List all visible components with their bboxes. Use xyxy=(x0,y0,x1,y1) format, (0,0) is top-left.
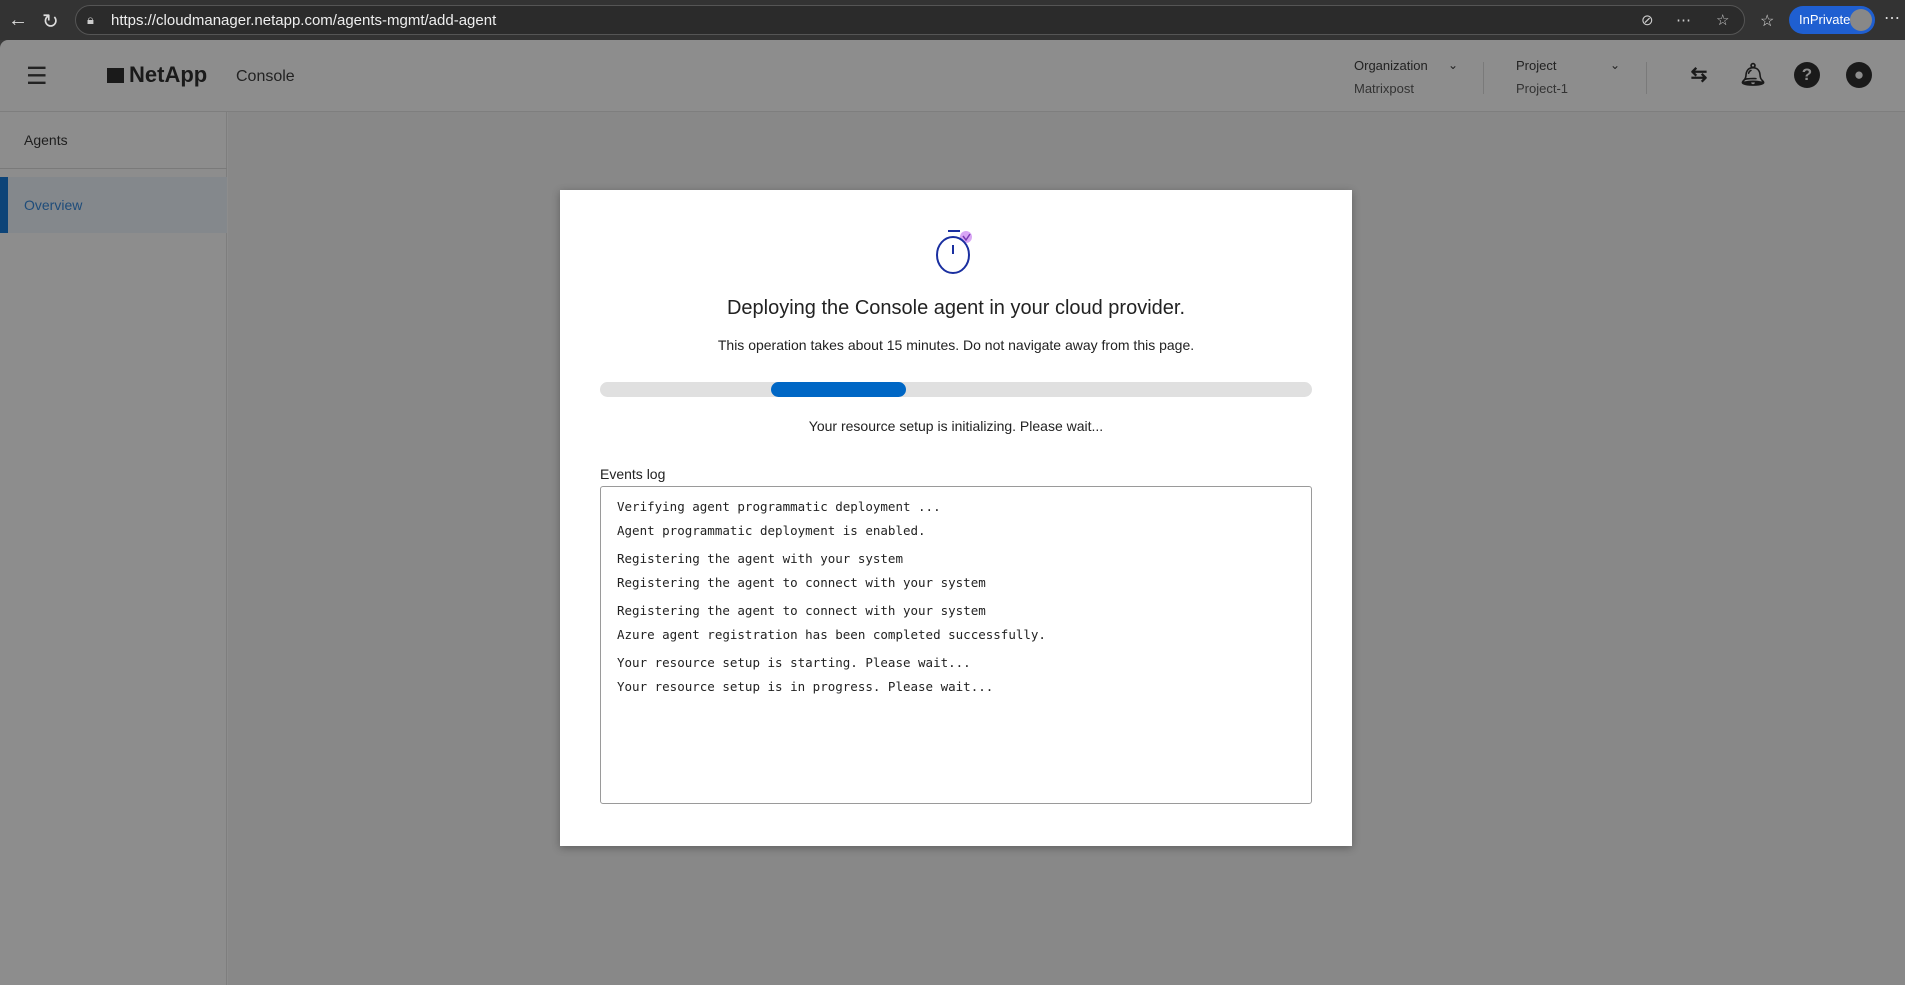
event-log-line: Registering the agent to connect with yo… xyxy=(617,575,986,590)
inprivate-badge[interactable]: InPrivate xyxy=(1789,6,1875,34)
url-text[interactable]: https://cloudmanager.netapp.com/agents-m… xyxy=(111,12,496,29)
divider xyxy=(0,168,227,169)
back-icon[interactable]: ← xyxy=(8,9,28,32)
active-indicator xyxy=(0,177,8,233)
netapp-logo-mark xyxy=(107,68,124,83)
event-log-line: Agent programmatic deployment is enabled… xyxy=(617,523,926,538)
user-account-icon[interactable]: ● xyxy=(1846,62,1872,88)
progress-bar-fill xyxy=(770,382,907,397)
favorites-icon[interactable]: ☆ xyxy=(1760,11,1774,31)
more-options-icon[interactable]: ⋯ xyxy=(1676,11,1691,29)
progress-bar xyxy=(600,382,1312,397)
divider xyxy=(1483,62,1484,94)
organization-value: Matrixpost xyxy=(1354,81,1414,96)
tracking-prevention-icon[interactable]: ⊘ xyxy=(1641,11,1654,29)
event-log-line: Your resource setup is in progress. Plea… xyxy=(617,679,994,694)
dialog-subtitle: This operation takes about 15 minutes. D… xyxy=(717,337,1195,353)
sidebar: Agents Overview xyxy=(0,112,227,985)
organization-selector[interactable]: Organization ⌄ Matrixpost xyxy=(1354,58,1464,96)
favorite-star-icon[interactable]: ☆ xyxy=(1716,11,1729,29)
lock-icon: 🔒︎ xyxy=(87,12,94,27)
stopwatch-icon xyxy=(936,230,972,274)
status-text: Your resource setup is initializing. Ple… xyxy=(808,418,1104,434)
notifications-bell-icon[interactable]: 🔔︎ xyxy=(1739,62,1767,88)
event-group: Registering the agent with your system Re… xyxy=(617,549,1295,597)
event-group: Your resource setup is starting. Please … xyxy=(617,653,1295,701)
profile-avatar xyxy=(1850,9,1872,31)
top-header: ☰ NetApp Console Organization ⌄ Matrixpo… xyxy=(0,40,1905,112)
project-label: Project xyxy=(1516,58,1557,73)
sidebar-item-overview[interactable]: Overview xyxy=(0,177,227,233)
netapp-logo[interactable]: NetApp xyxy=(107,62,207,88)
hamburger-menu-icon[interactable]: ☰ xyxy=(26,62,48,91)
sidebar-title: Agents xyxy=(24,132,68,148)
project-value: Project-1 xyxy=(1516,81,1569,96)
event-log-line: Registering the agent to connect with yo… xyxy=(617,603,986,618)
inprivate-label: InPrivate xyxy=(1799,12,1851,27)
project-selector[interactable]: Project ⌄ Project-1 xyxy=(1516,58,1626,96)
browser-menu-icon[interactable]: ⋯ xyxy=(1884,8,1900,28)
chevron-down-icon: ⌄ xyxy=(1610,58,1621,72)
divider xyxy=(1646,62,1647,94)
refresh-icon[interactable]: ↻ xyxy=(42,9,59,34)
browser-toolbar: ← ↻ 🔒︎ https://cloudmanager.netapp.com/a… xyxy=(0,0,1905,40)
agents-switch-icon[interactable]: ⇆ xyxy=(1686,62,1712,88)
chevron-down-icon: ⌄ xyxy=(1448,58,1459,72)
event-log-line: Registering the agent with your system xyxy=(617,551,903,566)
event-log-line: Azure agent registration has been comple… xyxy=(617,627,1046,642)
organization-label: Organization xyxy=(1354,58,1428,73)
events-log[interactable]: Verifying agent programmatic deployment … xyxy=(600,486,1312,804)
product-name: Console xyxy=(236,68,295,85)
dialog-title: Deploying the Console agent in your clou… xyxy=(726,297,1186,319)
brand-name: NetApp xyxy=(129,62,208,87)
address-bar[interactable]: 🔒︎ https://cloudmanager.netapp.com/agent… xyxy=(75,5,1745,35)
help-icon[interactable]: ? xyxy=(1794,62,1820,88)
event-log-line: Verifying agent programmatic deployment … xyxy=(617,499,941,514)
sidebar-item-label: Overview xyxy=(24,197,83,213)
events-log-label: Events log xyxy=(600,466,666,482)
event-log-line: Your resource setup is starting. Please … xyxy=(617,655,971,670)
event-group: Registering the agent to connect with yo… xyxy=(617,601,1295,649)
event-group: Verifying agent programmatic deployment … xyxy=(617,497,1295,545)
deploy-progress-dialog: Deploying the Console agent in your clou… xyxy=(560,190,1352,846)
